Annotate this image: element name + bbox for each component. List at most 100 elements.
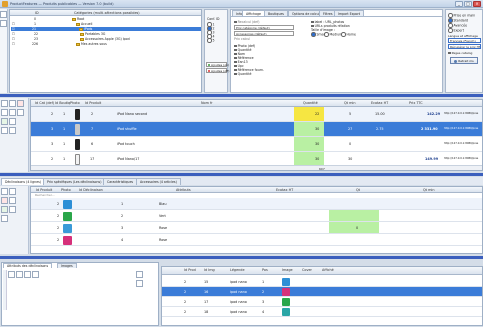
close-button[interactable]: ×	[473, 1, 481, 7]
table-row-selected[interactable]: 2 16 ipod nano 2	[162, 287, 482, 297]
product-thumb	[75, 154, 80, 165]
category-price-select[interactable]: Prix catégorie (défaut)	[234, 25, 294, 30]
expand-icon[interactable]	[0, 11, 7, 18]
minimize-button[interactable]: _	[455, 1, 463, 7]
splitter[interactable]	[0, 173, 483, 176]
add-icon[interactable]	[24, 271, 31, 278]
table-row[interactable]: 2 15 ipod nano 1	[162, 277, 482, 287]
tree-header: ID Catégories (multi-sélections possible…	[10, 10, 201, 16]
window-titlebar: ProductFeatures — Produits publicables —…	[0, 0, 483, 8]
declinaisons-grid: Id Produit Photo Id Déclinaison Attribut…	[30, 186, 483, 254]
green-dot-icon	[207, 63, 210, 67]
delete-icon[interactable]	[32, 271, 39, 278]
opt-recalcul[interactable]: Recalcul (def)	[234, 20, 259, 24]
add-icon[interactable]	[1, 118, 8, 125]
ajoutes-off-button[interactable]: Ajoutes (off)	[206, 68, 229, 73]
image-icon[interactable]	[9, 206, 16, 213]
sort-icon[interactable]	[9, 127, 16, 134]
filter-icon[interactable]	[9, 100, 16, 107]
table-row[interactable]: 2 3 Rose 0	[31, 222, 482, 234]
add-icon[interactable]	[1, 206, 8, 213]
image-thumb	[282, 298, 290, 306]
image-icon[interactable]	[136, 280, 143, 287]
tab-prix-specifiques[interactable]: Prix spécifiques (Les déclinaisons)	[43, 178, 106, 185]
maximize-button[interactable]: □	[464, 1, 472, 7]
settings-tabs: Info Affichage Boutiques Options de calc…	[230, 9, 443, 93]
folder-icon	[80, 37, 84, 41]
image-icon[interactable]	[136, 271, 143, 278]
tree-toolbar	[0, 9, 8, 93]
edit-icon[interactable]	[16, 271, 23, 278]
red-dot-icon	[207, 69, 210, 73]
table-row[interactable]: 2 1 Blau	[31, 198, 482, 210]
splitter[interactable]	[0, 256, 483, 259]
products-toolbar	[0, 98, 29, 172]
retrait-button[interactable]: Retrait ms	[450, 57, 478, 64]
img-size-medium[interactable]: Medium	[324, 32, 343, 37]
col-quantity-2[interactable]: Quantité	[234, 72, 251, 76]
img-size-home[interactable]: Home	[341, 32, 356, 37]
filter-icon[interactable]	[9, 188, 16, 195]
collapse-icon[interactable]	[0, 20, 7, 27]
refresh-icon[interactable]	[1, 188, 8, 195]
image-icon[interactable]	[17, 109, 24, 116]
tree-row-selected[interactable]: ☑ 21 iPods	[11, 27, 201, 31]
tree-row[interactable]: 0 Root	[12, 17, 202, 21]
folder-icon	[72, 17, 76, 21]
ajoutes-on-button[interactable]: Ajoutes (on)	[206, 62, 229, 67]
edit-icon[interactable]	[9, 197, 16, 204]
conf-option[interactable]: 5	[207, 38, 215, 43]
settings-icon[interactable]	[1, 127, 8, 134]
table-row[interactable]: 2 2 Vert	[31, 210, 482, 222]
folder-icon	[80, 32, 84, 36]
window-title: ProductFeatures — Produits publicables —…	[10, 1, 114, 6]
folder-icon	[76, 22, 80, 26]
filter-input[interactable]: Rechercher...	[35, 193, 95, 197]
table-row[interactable]: 2 18 ipod nano 4	[162, 307, 482, 317]
table-row[interactable]: 3 1 6 iPod touch 30 0 http://127.0.0.1:8…	[31, 137, 482, 152]
export-icon[interactable]	[9, 118, 16, 125]
user-icon	[454, 59, 458, 63]
color-swatch	[63, 211, 72, 221]
tree-row[interactable]: ☐ 22 Portables 3G	[12, 32, 202, 36]
folder-icon	[76, 42, 80, 46]
color-swatch	[63, 199, 72, 209]
refresh-icon[interactable]	[8, 271, 15, 278]
copy-icon[interactable]	[1, 215, 8, 222]
image-thumb	[282, 278, 290, 286]
refresh-icon[interactable]	[1, 100, 8, 107]
tab-caracteristiques[interactable]: Caractéristiques	[103, 178, 138, 185]
mode-prise-en-main[interactable]: Prise en main	[448, 13, 476, 18]
product-thumb	[75, 109, 80, 120]
table-row[interactable]: 2 17 ipod nano 3	[162, 297, 482, 307]
table-row-selected[interactable]: 3 1 7 iPod shuffle 30 27 2.75 2 331.90 h…	[31, 122, 482, 137]
images-grid: Id Prod Id Img Légende Pos Image Cover A…	[161, 266, 483, 326]
table-row[interactable]: 2 1 2 iPod Nano second 22 5 15.00 142.29…	[31, 107, 482, 122]
declinaisons-header: Id Produit Photo Id Déclinaison Attribut…	[31, 187, 482, 193]
category-tree: ID Catégories (multi-sélections possible…	[9, 9, 202, 93]
tree-row[interactable]: ☐ 226 Mes autres sous	[12, 42, 202, 46]
delete-icon[interactable]	[1, 197, 8, 204]
mode-expert[interactable]: Expert	[448, 28, 464, 33]
mode-avancee[interactable]: Avancée	[448, 23, 468, 28]
delete-icon[interactable]	[17, 100, 24, 107]
edit-icon[interactable]	[1, 109, 8, 116]
mode-panel: Prise en main Standard Avancée Expert La…	[445, 9, 483, 93]
accessories-select[interactable]: Accessoires (défaut)	[234, 31, 294, 36]
tab-declinaisons[interactable]: Déclinaisons (4 lignes)	[1, 178, 46, 185]
tree-row[interactable]: ☐ 1 Accueil	[12, 22, 202, 26]
tree-row[interactable]: ☐ 23 Accessoires Apple (3G) Ipod	[12, 37, 202, 41]
splitter[interactable]	[0, 94, 483, 97]
products-header: Id Cat (def) Id Boutiq Photo Id Produit …	[31, 100, 482, 107]
mode-standard[interactable]: Standard	[448, 18, 469, 23]
tab-images[interactable]: Images	[57, 263, 77, 268]
copy-icon[interactable]	[9, 109, 16, 116]
tab-accessoires[interactable]: Accessoires (4 articles)	[136, 178, 181, 185]
table-row[interactable]: 2 4 Rose	[31, 234, 482, 246]
pages-catalog-checkbox[interactable]: Pages catalog	[448, 51, 472, 55]
products-grid: Id Cat (def) Id Boutiq Photo Id Produit …	[30, 99, 483, 171]
conf-label: Conf. ID	[207, 17, 220, 21]
language-select[interactable]: Français (French)	[448, 38, 481, 43]
currency-select[interactable]: Récupérer le prix HT de la Y	[448, 44, 481, 49]
tab-attributs[interactable]: Attributs des déclinaisons	[3, 263, 53, 268]
